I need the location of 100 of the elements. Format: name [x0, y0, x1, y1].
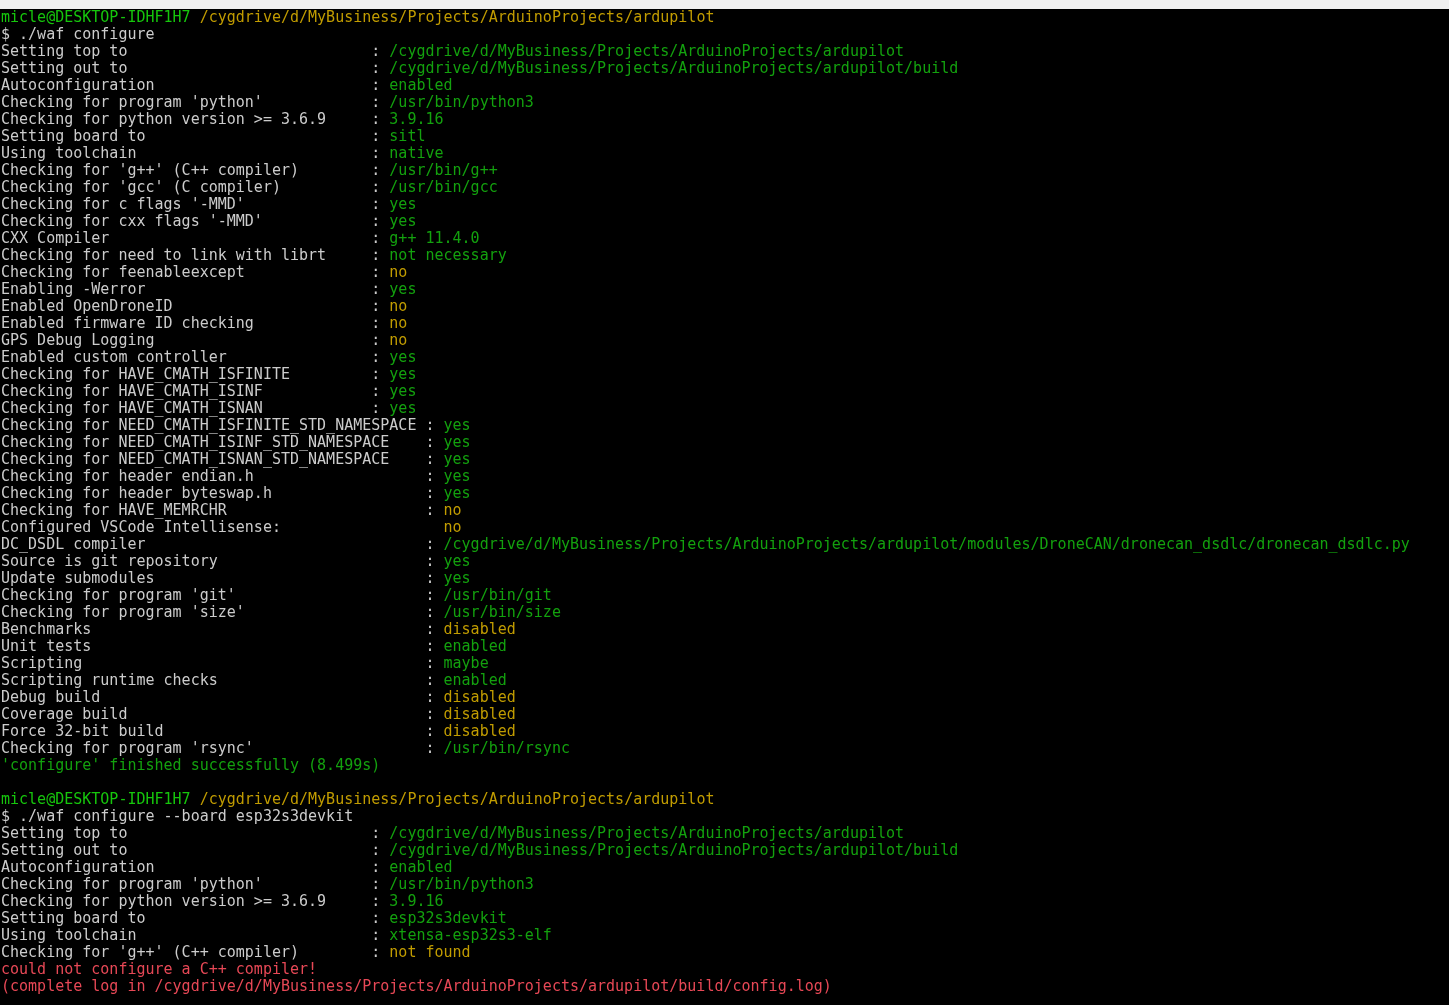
result-value: yes	[389, 348, 417, 366]
result-label: CXX Compiler :	[1, 229, 382, 247]
result-value: yes	[443, 467, 471, 485]
result-value: yes	[389, 382, 417, 400]
result-label: Checking for header byteswap.h :	[1, 484, 436, 502]
result-value: no	[389, 263, 408, 281]
result-label: Setting board to :	[1, 127, 382, 145]
result-label: Setting board to :	[1, 909, 382, 927]
result-value: esp32s3devkit	[389, 909, 507, 927]
result-value: no	[389, 297, 408, 315]
result-label: Checking for NEED_CMATH_ISNAN_STD_NAMESPACE :	[1, 450, 436, 468]
result-label: Setting top to :	[1, 42, 382, 60]
result-label: Using toolchain :	[1, 926, 382, 944]
result-value: /cygdrive/d/MyBusiness/Projects/ArduinoProjects/ardupilot	[389, 42, 905, 60]
result-label: Enabled custom controller :	[1, 348, 382, 366]
result-value: 3.9.16	[389, 110, 444, 128]
result-label: Using toolchain :	[1, 144, 382, 162]
result-label: Checking for c flags '-MMD' :	[1, 195, 382, 213]
result-label: Debug build :	[1, 688, 436, 706]
result-value: yes	[389, 399, 417, 417]
result-label: Checking for HAVE_CMATH_ISINF :	[1, 382, 382, 400]
result-value: yes	[389, 195, 417, 213]
result-value: /usr/bin/rsync	[443, 739, 570, 757]
result-value: not found	[389, 943, 471, 961]
result-label: Autoconfiguration :	[1, 858, 382, 876]
result-label: Setting out to :	[1, 59, 382, 77]
result-value: not necessary	[389, 246, 507, 264]
result-label: DC_DSDL compiler :	[1, 535, 436, 553]
command-line: $ ./waf configure	[1, 25, 155, 43]
result-value: /usr/bin/python3	[389, 875, 534, 893]
result-value: yes	[443, 433, 471, 451]
result-label: Benchmarks :	[1, 620, 436, 638]
result-label: Enabled OpenDroneID :	[1, 297, 382, 315]
result-value: disabled	[443, 705, 516, 723]
result-label: Scripting runtime checks :	[1, 671, 436, 689]
result-value: yes	[443, 484, 471, 502]
error-message: (complete log in /cygdrive/d/MyBusiness/Projects/ArduinoProjects/ardupilot/build/config.log)	[1, 977, 832, 995]
result-value: disabled	[443, 688, 516, 706]
result-label: Checking for program 'rsync' :	[1, 739, 436, 757]
result-label: Scripting :	[1, 654, 436, 672]
result-label: Checking for NEED_CMATH_ISINF_STD_NAMESPACE :	[1, 433, 436, 451]
result-label: Force 32-bit build :	[1, 722, 436, 740]
result-value: enabled	[389, 76, 453, 94]
result-value: yes	[443, 416, 471, 434]
result-value: /usr/bin/python3	[389, 93, 534, 111]
result-value: enabled	[443, 671, 507, 689]
result-value: no	[389, 314, 408, 332]
result-value: /cygdrive/d/MyBusiness/Projects/ArduinoProjects/ardupilot/build	[389, 841, 959, 859]
result-value: sitl	[389, 127, 426, 145]
result-value: yes	[443, 569, 471, 587]
result-value: disabled	[443, 722, 516, 740]
prompt-user: micle@DESKTOP-IDHF1H7	[1, 790, 191, 808]
result-label: Setting out to :	[1, 841, 382, 859]
prompt-user: micle@DESKTOP-IDHF1H7	[1, 8, 191, 26]
result-value: /cygdrive/d/MyBusiness/Projects/ArduinoProjects/ardupilot/build	[389, 59, 959, 77]
result-label: Checking for python version >= 3.6.9 :	[1, 892, 382, 910]
result-value: yes	[389, 280, 417, 298]
result-value: /usr/bin/g++	[389, 161, 498, 179]
result-value: 3.9.16	[389, 892, 444, 910]
result-label: Checking for feenableexcept :	[1, 263, 382, 281]
prompt-path: /cygdrive/d/MyBusiness/Projects/ArduinoProjects/ardupilot	[199, 8, 715, 26]
result-label: Update submodules :	[1, 569, 436, 587]
result-label: Configured VSCode Intellisense:	[1, 518, 282, 536]
result-value: native	[389, 144, 444, 162]
result-label: Checking for program 'python' :	[1, 875, 382, 893]
result-value: /usr/bin/gcc	[389, 178, 498, 196]
result-value: yes	[389, 365, 417, 383]
result-label: Unit tests :	[1, 637, 436, 655]
result-value: enabled	[443, 637, 507, 655]
result-label: Checking for need to link with librt :	[1, 246, 382, 264]
result-value: no	[389, 331, 408, 349]
result-label: Checking for program 'python' :	[1, 93, 382, 111]
result-value: /cygdrive/d/MyBusiness/Projects/ArduinoProjects/ardupilot	[389, 824, 905, 842]
result-label: Enabling -Werror :	[1, 280, 382, 298]
result-value: disabled	[443, 620, 516, 638]
result-value: xtensa-esp32s3-elf	[389, 926, 552, 944]
result-label: Checking for python version >= 3.6.9 :	[1, 110, 382, 128]
result-value: no	[443, 501, 462, 519]
result-value: /usr/bin/git	[443, 586, 552, 604]
result-label: Coverage build :	[1, 705, 436, 723]
command-line: $ ./waf configure --board esp32s3devkit	[1, 807, 354, 825]
result-label: Checking for cxx flags '-MMD' :	[1, 212, 382, 230]
result-label: Checking for HAVE_CMATH_ISFINITE :	[1, 365, 382, 383]
result-value: yes	[389, 212, 417, 230]
result-label: Enabled firmware ID checking :	[1, 314, 382, 332]
result-value: /cygdrive/d/MyBusiness/Projects/ArduinoProjects/ardupilot/modules/DroneCAN/dronecan_dsdlc/dronecan_dsdlc.py	[443, 535, 1410, 553]
result-label: Checking for program 'size' :	[1, 603, 436, 621]
result-label: Checking for program 'git' :	[1, 586, 436, 604]
result-value: yes	[443, 552, 471, 570]
result-label: Checking for header endian.h :	[1, 467, 436, 485]
result-label: Checking for NEED_CMATH_ISFINITE_STD_NAMESPACE :	[1, 416, 436, 434]
result-label: Checking for 'gcc' (C compiler) :	[1, 178, 382, 196]
result-value: /usr/bin/size	[443, 603, 561, 621]
result-label: Checking for 'g++' (C++ compiler) :	[1, 161, 382, 179]
result-label: Checking for 'g++' (C++ compiler) :	[1, 943, 382, 961]
result-label: Source is git repository :	[1, 552, 436, 570]
result-value: enabled	[389, 858, 453, 876]
result-label: GPS Debug Logging :	[1, 331, 382, 349]
result-value: yes	[443, 450, 471, 468]
result-value: maybe	[443, 654, 489, 672]
